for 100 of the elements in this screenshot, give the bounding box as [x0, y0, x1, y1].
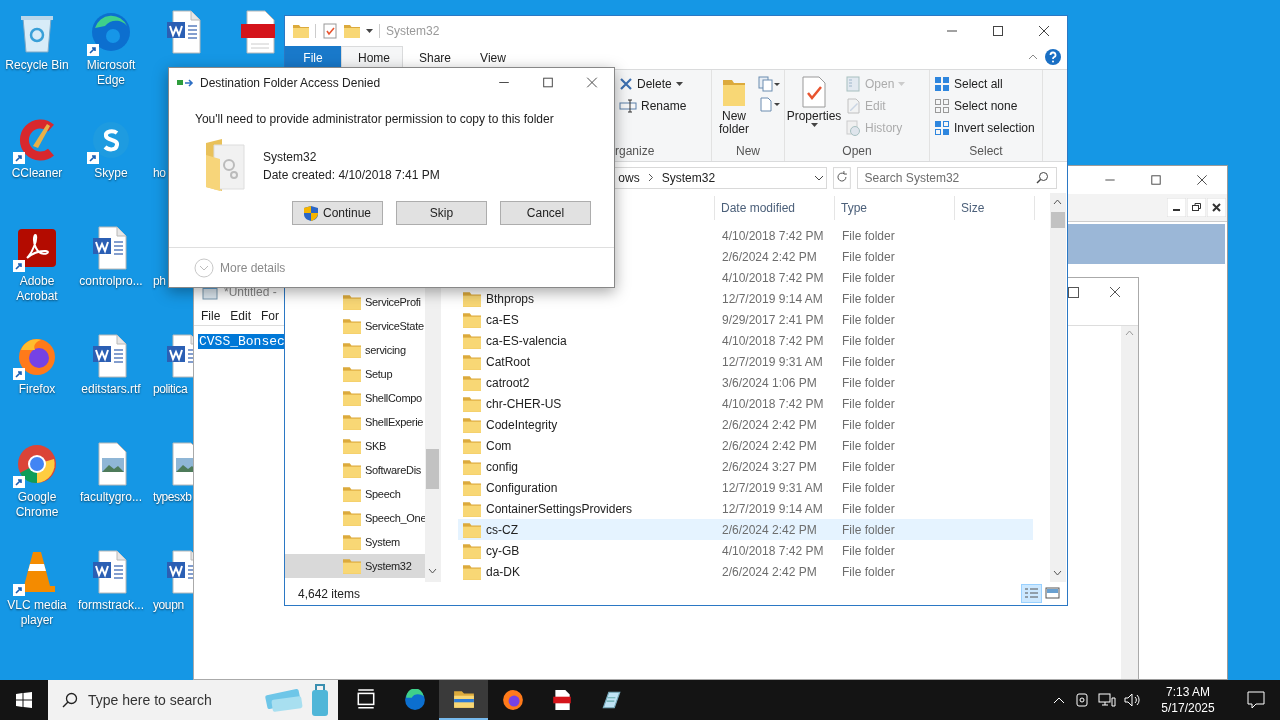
taskbar-app-button[interactable]: [439, 680, 488, 720]
file-row[interactable]: da-DK 2/6/2024 2:42 PM File folder: [458, 561, 1033, 583]
file-name: ContainerSettingsProviders: [486, 500, 633, 518]
file-row[interactable]: cs-CZ 2/6/2024 2:42 PM File folder: [458, 519, 1033, 541]
nav-tree-item[interactable]: servicing: [285, 338, 425, 363]
desktop-icon-label: CCleaner: [10, 166, 64, 181]
folder-icon: [343, 438, 361, 455]
folder-icon: [343, 294, 361, 311]
ribbon-button[interactable]: Rename: [619, 96, 687, 115]
nav-tree-item[interactable]: System: [285, 530, 425, 555]
new-folder-button[interactable]: New folder: [716, 74, 752, 136]
column-header[interactable]: Size: [955, 196, 1035, 221]
date-modified-cell-text: 9/29/2017 2:41 PM: [722, 311, 825, 329]
taskbar-search-field[interactable]: Type here to search: [48, 680, 338, 720]
folder-icon: [343, 558, 361, 575]
file-name: CodeIntegrity: [486, 416, 558, 434]
ribbon-button[interactable]: Select none: [934, 96, 1035, 115]
new-item-icon[interactable]: [758, 96, 780, 112]
ribbon-button[interactable]: Delete: [619, 74, 687, 93]
file-row[interactable]: config 2/6/2024 3:27 PM File folder: [458, 456, 1033, 478]
nav-tree-item[interactable]: SKB: [285, 434, 425, 459]
device-icon[interactable]: [1074, 692, 1090, 708]
nav-tree-item[interactable]: Setup: [285, 362, 425, 387]
menu-item[interactable]: Edit: [230, 306, 252, 325]
ribbon-button[interactable]: Invert selection: [934, 118, 1035, 137]
restore-icon[interactable]: [1187, 198, 1206, 217]
copy-items-icon[interactable]: [758, 76, 780, 92]
text-content: CVSS_Bonsec: [198, 334, 286, 349]
scroll-up-icon[interactable]: [1053, 199, 1062, 206]
nav-tree-item[interactable]: Speech: [285, 482, 425, 507]
menu-item[interactable]: For: [261, 306, 280, 325]
menu-item[interactable]: File: [201, 306, 221, 325]
details-view-icon[interactable]: [1021, 584, 1042, 604]
file-row[interactable]: Com 2/6/2024 2:42 PM File folder: [458, 435, 1033, 457]
nav-tree-item[interactable]: System32: [285, 554, 425, 579]
search-field[interactable]: Search System32: [856, 166, 1057, 189]
nav-tree-item[interactable]: ServiceProfi: [285, 290, 425, 315]
dialog-button[interactable]: Continue: [292, 201, 383, 225]
chevron-right-icon: [647, 173, 654, 183]
scroll-thumb[interactable]: [426, 449, 439, 490]
scroll-down-icon[interactable]: [428, 568, 437, 575]
dialog-button[interactable]: Skip: [396, 201, 487, 225]
nav-tree-item[interactable]: ShellCompo: [285, 386, 425, 411]
type-cell-text: File folder: [842, 563, 896, 581]
folder-icon: [343, 342, 361, 359]
breadcrumb-item[interactable]: System32: [661, 168, 716, 187]
file-row[interactable]: ContainerSettingsProviders 12/7/2019 9:14 AM File folder: [458, 498, 1033, 520]
scroll-down-icon[interactable]: [1053, 570, 1062, 577]
nav-tree-item[interactable]: ServiceState: [285, 314, 425, 339]
nav-tree-item[interactable]: SoftwareDis: [285, 458, 425, 483]
column-header[interactable]: Type: [835, 196, 955, 221]
file-row[interactable]: CatRoot 12/7/2019 9:31 AM File folder: [458, 351, 1033, 373]
file-name: CatRoot: [486, 353, 531, 371]
file-row[interactable]: catroot2 3/6/2024 1:06 PM File folder: [458, 372, 1033, 394]
file-row[interactable]: cy-GB 4/10/2018 7:42 PM File folder: [458, 540, 1033, 562]
file-row[interactable]: ca-ES-valencia 4/10/2018 7:42 PM File folder: [458, 330, 1033, 352]
folder-icon: [463, 542, 481, 559]
refresh-icon[interactable]: [832, 166, 851, 189]
scroll-thumb[interactable]: [1051, 212, 1065, 229]
file-row[interactable]: chr-CHER-US 4/10/2018 7:42 PM File folder: [458, 393, 1033, 415]
select-all-icon: [934, 75, 950, 92]
folder-icon: [463, 374, 481, 391]
file-menu-tab[interactable]: File: [285, 46, 341, 69]
desktop-icon-label: Firefox: [17, 382, 57, 397]
status-text: 4,642 items: [298, 585, 362, 603]
address-bar[interactable]: ows System32: [614, 166, 827, 189]
scrollbar[interactable]: [1050, 193, 1066, 583]
chevron-up-icon[interactable]: [1052, 695, 1066, 705]
scrollbar[interactable]: [1121, 326, 1138, 679]
file-row[interactable]: CodeIntegrity 2/6/2024 2:42 PM File folder: [458, 414, 1033, 436]
close-icon[interactable]: [1207, 198, 1226, 217]
file-name: Configuration: [486, 479, 558, 497]
ribbon-tab[interactable]: View: [463, 46, 523, 69]
help-icon[interactable]: [1043, 47, 1063, 67]
network-icon[interactable]: [1098, 692, 1116, 708]
desktop-icon-label: formstrack...: [77, 598, 145, 613]
date-modified-cell-text: 4/10/2018 7:42 PM: [722, 227, 825, 245]
folder-name: System32: [263, 149, 318, 166]
ribbon-tab[interactable]: Home: [341, 46, 403, 69]
properties-button[interactable]: Properties: [789, 74, 839, 127]
dropdown-caret-icon: [366, 29, 373, 33]
file-row[interactable]: ca-ES 9/29/2017 2:41 PM File folder: [458, 309, 1033, 331]
ribbon-button[interactable]: Select all: [934, 74, 1035, 93]
ribbon-tab[interactable]: Share: [403, 46, 463, 69]
file-row[interactable]: Configuration 12/7/2019 9:31 AM File folder: [458, 477, 1033, 499]
volume-icon[interactable]: [1124, 692, 1142, 708]
folder-icon: [343, 462, 361, 479]
minimize-icon[interactable]: [1167, 198, 1186, 217]
clock-date[interactable]: 5/17/2025: [1161, 700, 1215, 716]
checklist-icon[interactable]: [322, 23, 338, 39]
nav-tree-item[interactable]: ShellExperie: [285, 410, 425, 435]
file-row[interactable]: Bthprops 12/7/2019 9:14 AM File folder: [458, 288, 1033, 310]
breadcrumb-item[interactable]: ows: [618, 168, 640, 187]
clock-time[interactable]: 7:13 AM: [1166, 684, 1210, 700]
maximize-icon[interactable]: [1068, 286, 1079, 298]
dialog-button[interactable]: Cancel: [500, 201, 591, 225]
column-header[interactable]: Date modified: [715, 196, 835, 221]
nav-tree-item[interactable]: Speech_One: [285, 506, 425, 531]
caret-icon: [810, 123, 818, 127]
more-details-link[interactable]: More details: [220, 258, 286, 277]
